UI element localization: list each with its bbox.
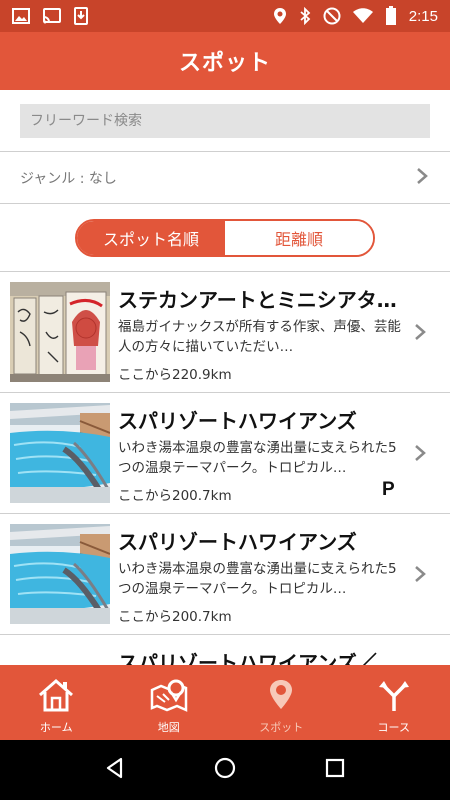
spot-thumbnail [10,282,110,382]
spot-title: スパリゾートハワイアンズ [118,409,357,433]
sort-by-name-button[interactable]: スポット名順 [77,221,225,255]
spot-title: スパリゾートハワイアンズ／… [118,651,397,665]
spot-title: スパリゾートハワイアンズ [118,530,357,554]
spot-distance: ここから200.7km [118,488,232,504]
genre-filter-row[interactable]: ジャンル : なし [0,152,450,204]
tab-label: ホーム [39,721,73,734]
map-icon [149,678,189,716]
cast-icon [42,8,62,24]
spot-distance: ここから200.7km [118,609,232,625]
sort-by-distance-button[interactable]: 距離順 [225,221,373,255]
wifi-icon [352,8,373,24]
do-not-disturb-icon [323,7,341,25]
spot-title: ステカンアートとミニシアタ… [118,288,397,312]
genre-label: ジャンル : なし [20,170,117,187]
tab-home[interactable]: ホーム [0,665,113,740]
parking-badge: P [382,479,395,500]
home-icon [36,678,76,716]
tab-course[interactable]: コース [338,665,450,740]
download-icon [74,7,88,25]
tab-map[interactable]: 地図 [113,665,226,740]
sort-toggle: スポット名順 距離順 [75,219,375,257]
chevron-right-icon [414,166,430,190]
location-icon [273,7,287,25]
battery-icon [385,6,397,26]
chevron-right-icon [412,322,428,346]
pin-icon [261,678,301,716]
tab-label: スポット [259,721,304,734]
tab-spot[interactable]: スポット [225,665,338,740]
spot-list: ステカンアートとミニシアタ… 福島ガイナックスが所有する作家、声優、芸能人の方々… [0,272,450,665]
chevron-right-icon [412,564,428,588]
spot-thumbnail [10,524,110,624]
app-bar: スポット [0,32,450,90]
gallery-icon [12,8,30,24]
system-nav-bar [0,740,450,800]
bluetooth-icon [299,7,311,25]
list-item[interactable]: ステカンアートとミニシアタ… 福島ガイナックスが所有する作家、声優、芸能人の方々… [0,272,450,393]
route-icon [374,678,414,716]
search-input[interactable] [20,104,430,138]
spot-description: 福島ガイナックスが所有する作家、声優、芸能人の方々に描いていただい… [118,319,401,355]
search-area [0,90,450,152]
tab-label: コース [377,721,410,734]
back-icon[interactable] [103,756,127,784]
list-item[interactable]: スパリゾートハワイアンズ いわき湯本温泉の豊富な湧出量に支えられた5つの温泉テー… [0,514,450,635]
status-bar: 2:15 [0,0,450,32]
spot-thumbnail [10,403,110,503]
page-title: スポット [178,51,271,76]
list-item[interactable]: スパリゾートハワイアンズ いわき湯本温泉の豊富な湧出量に支えられた5つの温泉テー… [0,393,450,514]
spot-distance: ここから220.9km [118,367,232,383]
spot-description: いわき湯本温泉の豊富な湧出量に支えられた5つの温泉テーマパーク。トロピカル… [118,440,397,476]
spot-description: いわき湯本温泉の豊富な湧出量に支えられた5つの温泉テーマパーク。トロピカル… [118,561,397,597]
sort-area: スポット名順 距離順 [0,204,450,272]
home-circle-icon[interactable] [213,756,237,784]
list-item[interactable]: スパリゾートハワイアンズ／… [0,635,450,665]
tab-label: 地図 [157,721,180,734]
chevron-right-icon [412,443,428,467]
status-time: 2:15 [408,7,438,25]
spot-thumbnail [10,645,110,665]
bottom-tab-bar: ホーム 地図 スポット コース [0,665,450,740]
recents-icon[interactable] [323,756,347,784]
